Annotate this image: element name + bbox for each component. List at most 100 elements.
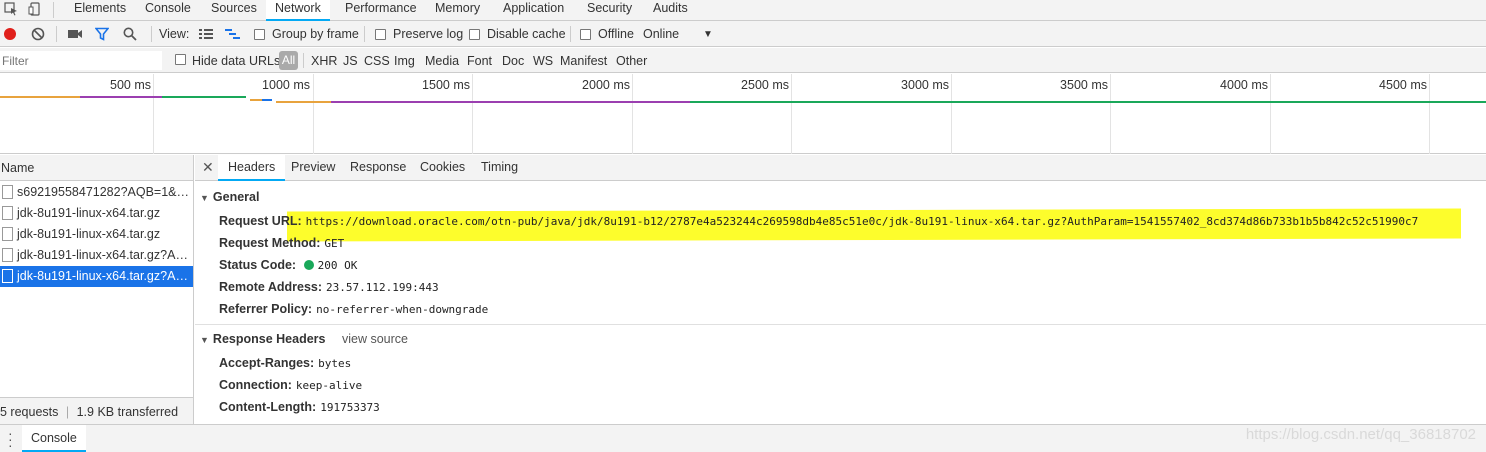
tab-memory[interactable]: Memory: [426, 0, 489, 20]
disable-cache-checkbox[interactable]: [469, 29, 480, 40]
header-value: keep-alive: [295, 379, 363, 392]
request-list: Name s69219558471282?AQB=1&ndh=1 jdk-8u1…: [0, 155, 194, 424]
filter-icon[interactable]: [95, 27, 109, 41]
filter-type-doc[interactable]: Doc: [502, 54, 524, 68]
tab-audits[interactable]: Audits: [644, 0, 697, 20]
section-divider: [195, 324, 1486, 325]
content-length-row: Content-Length: 191753373: [219, 400, 380, 414]
header-value: no-referrer-when-downgrade: [316, 303, 489, 316]
toolbar-divider: [56, 26, 57, 42]
hide-data-urls-checkbox[interactable]: [175, 54, 186, 65]
transferred-size: 1.9 KB transferred: [76, 405, 179, 419]
timeline-bar: [0, 96, 80, 98]
filter-type-xhr[interactable]: XHR: [311, 54, 337, 68]
status-ok-dot-icon: [303, 260, 314, 270]
tab-preview[interactable]: Preview: [281, 155, 345, 181]
toolbar-divider: [151, 26, 152, 42]
toolbar-divider: [53, 2, 54, 18]
filter-type-media[interactable]: Media: [425, 54, 459, 68]
chevron-down-icon[interactable]: ▼: [703, 29, 713, 40]
file-icon: [2, 269, 13, 283]
filter-type-all[interactable]: All: [279, 51, 298, 70]
header-key: Request Method:: [219, 236, 321, 250]
request-row[interactable]: jdk-8u191-linux-x64.tar.gz: [0, 203, 193, 224]
clear-icon[interactable]: [31, 27, 45, 41]
large-rows-icon[interactable]: [199, 28, 213, 40]
file-icon: [2, 227, 13, 241]
screenshot-camera-icon[interactable]: [67, 28, 83, 40]
filter-type-js[interactable]: JS: [343, 54, 358, 68]
preserve-log-checkbox[interactable]: [375, 29, 386, 40]
filter-type-ws[interactable]: WS: [533, 54, 553, 68]
tab-performance[interactable]: Performance: [336, 0, 426, 20]
record-icon[interactable]: [3, 27, 17, 41]
filter-type-css[interactable]: CSS: [364, 54, 390, 68]
remote-address-row: Remote Address: 23.57.112.199:443: [219, 280, 439, 294]
header-key: Remote Address:: [219, 280, 323, 294]
timeline-waterfall-bars: [0, 96, 1486, 103]
request-count: 5 requests: [0, 405, 59, 419]
tab-application[interactable]: Application: [494, 0, 573, 20]
header-value: GET: [324, 237, 345, 250]
header-value: 191753373: [320, 401, 380, 414]
header-key: Content-Length:: [219, 400, 317, 414]
more-options-icon[interactable]: · · ·: [8, 426, 13, 452]
filter-type-font[interactable]: Font: [467, 54, 492, 68]
connection-row: Connection: keep-alive: [219, 378, 362, 392]
tab-response[interactable]: Response: [340, 155, 416, 181]
request-url-row: Request URL: https://download.oracle.com/…: [219, 214, 1418, 228]
offline-checkbox[interactable]: [580, 29, 591, 40]
triangle-down-icon: ▼: [200, 335, 209, 345]
request-name: jdk-8u191-linux-x64.tar.gz: [17, 206, 161, 220]
view-label: View:: [159, 27, 190, 41]
header-key: Accept-Ranges:: [219, 356, 315, 370]
waterfall-overview-icon[interactable]: [225, 28, 241, 40]
timeline-bar: [690, 101, 1486, 103]
device-toolbar-icon[interactable]: [28, 2, 42, 16]
filter-divider: [303, 53, 304, 68]
view-source-link[interactable]: view source: [342, 332, 408, 346]
general-section-toggle[interactable]: ▼ General: [200, 190, 259, 204]
filter-type-manifest[interactable]: Manifest: [560, 54, 607, 68]
tab-timing[interactable]: Timing: [471, 155, 528, 181]
search-icon[interactable]: [123, 27, 137, 41]
disable-cache-label: Disable cache: [487, 27, 566, 41]
tab-elements[interactable]: Elements: [65, 0, 135, 20]
filter-input[interactable]: [0, 51, 162, 70]
request-row-selected[interactable]: jdk-8u191-linux-x64.tar.gz?AuthParam=: [0, 266, 193, 287]
request-row[interactable]: s69219558471282?AQB=1&ndh=1: [0, 182, 193, 203]
tab-headers[interactable]: Headers: [218, 155, 286, 181]
watermark: https://blog.csdn.net/qq_36818702: [1245, 426, 1476, 443]
timeline-bar: [80, 96, 162, 98]
toolbar-divider: [364, 26, 365, 42]
tab-security[interactable]: Security: [578, 0, 641, 20]
header-key: Connection:: [219, 378, 292, 392]
timeline-bar: [262, 99, 272, 101]
tab-network[interactable]: Network: [266, 0, 330, 21]
group-by-frame-checkbox[interactable]: [254, 29, 265, 40]
timeline-bar: [276, 101, 331, 103]
filter-type-img[interactable]: Img: [394, 54, 415, 68]
request-name: jdk-8u191-linux-x64.tar.gz: [17, 227, 161, 241]
response-headers-toggle[interactable]: ▼ Response Headers: [200, 332, 325, 346]
timeline-bar: [162, 96, 246, 98]
request-name: jdk-8u191-linux-x64.tar.gz?AuthParam=: [17, 248, 193, 262]
tab-cookies[interactable]: Cookies: [410, 155, 475, 181]
triangle-down-icon: ▼: [200, 193, 209, 203]
tab-console[interactable]: Console: [136, 0, 200, 20]
hide-data-urls-label: Hide data URLs: [192, 54, 281, 68]
network-overview-timeline[interactable]: 500 ms 1000 ms 1500 ms 2000 ms 2500 ms 3…: [0, 74, 1486, 154]
request-row[interactable]: jdk-8u191-linux-x64.tar.gz: [0, 224, 193, 245]
request-details-panel: ✕ Headers Preview Response Cookies Timin…: [195, 155, 1486, 424]
inspect-element-icon[interactable]: [4, 2, 18, 16]
throttling-select[interactable]: Online: [643, 27, 679, 41]
tab-sources[interactable]: Sources: [202, 0, 266, 20]
filter-type-other[interactable]: Other: [616, 54, 647, 68]
request-row[interactable]: jdk-8u191-linux-x64.tar.gz?AuthParam=: [0, 245, 193, 266]
name-column-header[interactable]: Name: [0, 155, 193, 181]
header-value: 200 OK: [317, 259, 358, 272]
drawer-tab-console[interactable]: Console: [22, 425, 86, 452]
accept-ranges-row: Accept-Ranges: bytes: [219, 356, 351, 370]
summary-divider: |: [65, 405, 70, 419]
close-icon[interactable]: ✕: [202, 159, 214, 176]
